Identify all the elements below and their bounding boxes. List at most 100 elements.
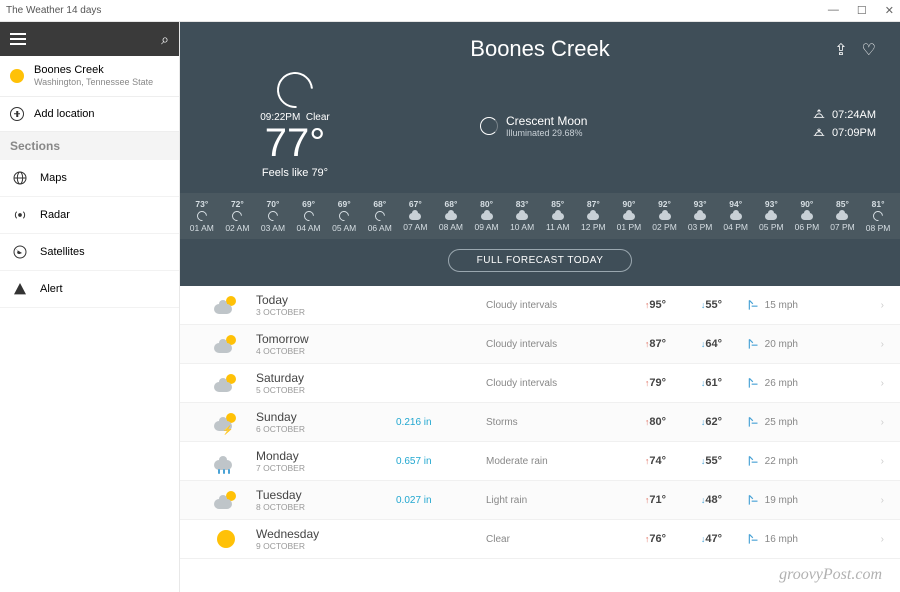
hourly-time: 02 AM xyxy=(220,223,256,233)
hourly-temp: 80° xyxy=(469,199,505,209)
forecast-wind: 26 mph xyxy=(722,376,798,390)
hourly-cell[interactable]: 90° 06 PM xyxy=(789,199,825,233)
forecast-low: ↓62° xyxy=(666,416,722,428)
hourly-cell[interactable]: 69°04 AM xyxy=(291,199,327,233)
moon-icon xyxy=(270,65,321,116)
wind-icon xyxy=(747,415,761,429)
forecast-desc: Cloudy intervals xyxy=(486,378,616,389)
forecast-row[interactable]: Monday7 OCTOBER0.657 inModerate rain↑74°… xyxy=(180,442,900,481)
hourly-cell[interactable]: 73°01 AM xyxy=(184,199,220,233)
forecast-high: ↑79° xyxy=(616,377,666,389)
menu-icon[interactable] xyxy=(10,33,26,45)
hourly-temp: 90° xyxy=(789,199,825,209)
hourly-cell[interactable]: 81° 08 PM xyxy=(860,199,896,233)
hourly-cell[interactable]: 90°01 PM xyxy=(611,199,647,233)
hourly-cell[interactable]: 80°09 AM xyxy=(469,199,505,233)
cloud-icon xyxy=(481,213,493,220)
sun-cloud-icon xyxy=(214,296,238,314)
forecast-day: Today xyxy=(256,293,396,307)
hourly-temp: 69° xyxy=(291,199,327,209)
forecast-high: ↑80° xyxy=(616,416,666,428)
close-button[interactable]: ✕ xyxy=(885,4,894,17)
cloud-icon xyxy=(730,213,742,220)
radar-icon xyxy=(12,207,28,223)
forecast-date: 4 OCTOBER xyxy=(256,346,396,356)
hourly-cell[interactable]: 68° 06 AM xyxy=(362,199,398,233)
cloud-icon xyxy=(659,213,671,220)
hourly-time: 06 AM xyxy=(362,223,398,233)
hourly-cell[interactable]: 72°02 AM xyxy=(220,199,256,233)
hourly-cell[interactable]: 70°03 AM xyxy=(255,199,291,233)
hourly-time: 06 PM xyxy=(789,222,825,232)
main-panel: Boones Creek ⇪ ♡ 09:22PM Clear 77° Feels… xyxy=(180,22,900,592)
forecast-low: ↓55° xyxy=(666,455,722,467)
hourly-cell[interactable]: 94°04 PM xyxy=(718,199,754,233)
hourly-cell[interactable]: 92°02 PM xyxy=(647,199,683,233)
hourly-temp: 83° xyxy=(504,199,540,209)
chevron-right-icon: › xyxy=(881,378,884,389)
hourly-time: 08 PM xyxy=(860,223,896,233)
hourly-temp: 70° xyxy=(255,199,291,209)
forecast-day: Sunday xyxy=(256,410,396,424)
cloud-icon xyxy=(836,213,848,220)
plus-icon xyxy=(10,107,24,121)
full-forecast-button[interactable]: FULL FORECAST TODAY xyxy=(448,249,633,272)
forecast-low: ↓61° xyxy=(666,377,722,389)
forecast-row[interactable]: Today3 OCTOBERCloudy intervals↑95°↓55°15… xyxy=(180,286,900,325)
forecast-day: Monday xyxy=(256,449,396,463)
hourly-cell[interactable]: 68°08 AM xyxy=(433,199,469,233)
hourly-strip[interactable]: 73°01 AM72°02 AM70°03 AM69°04 AM69°05 AM… xyxy=(180,193,900,239)
favorite-icon[interactable]: ♡ xyxy=(862,40,876,60)
maximize-button[interactable]: ☐ xyxy=(857,4,867,17)
share-icon[interactable]: ⇪ xyxy=(834,40,847,60)
moon-phase-icon xyxy=(480,117,498,135)
forecast-wind: 16 mph xyxy=(722,532,798,546)
hourly-time: 05 AM xyxy=(326,223,362,233)
feels-like: Feels like 79° xyxy=(262,167,328,179)
sidebar-item-maps[interactable]: Maps xyxy=(0,160,179,197)
sidebar: ⌕ Boones Creek Washington, Tennessee Sta… xyxy=(0,22,180,592)
cloud-icon xyxy=(801,213,813,220)
forecast-row[interactable]: Tuesday8 OCTOBER0.027 inLight rain↑71°↓4… xyxy=(180,481,900,520)
forecast-low: ↓55° xyxy=(666,299,722,311)
hourly-temp: 68° xyxy=(362,199,398,209)
forecast-desc: Clear xyxy=(486,534,616,545)
hourly-cell[interactable]: 83°10 AM xyxy=(504,199,540,233)
sidebar-location[interactable]: Boones Creek Washington, Tennessee State xyxy=(0,56,179,97)
wind-icon xyxy=(747,493,761,507)
hourly-cell[interactable]: 93°05 PM xyxy=(754,199,790,233)
sunset-icon xyxy=(812,126,826,140)
cloud-icon xyxy=(445,213,457,220)
add-location-button[interactable]: Add location xyxy=(0,97,179,132)
forecast-wind: 19 mph xyxy=(722,493,798,507)
hourly-temp: 87° xyxy=(576,199,612,209)
forecast-row[interactable]: Tomorrow4 OCTOBERCloudy intervals↑87°↓64… xyxy=(180,325,900,364)
forecast-high: ↑95° xyxy=(616,299,666,311)
sunrise-icon xyxy=(812,108,826,122)
forecast-row[interactable]: ⚡Sunday6 OCTOBER0.216 inStorms↑80°↓62°25… xyxy=(180,403,900,442)
forecast-desc: Light rain xyxy=(486,495,616,506)
sun-cloud-icon xyxy=(214,335,238,353)
forecast-row[interactable]: Saturday5 OCTOBERCloudy intervals↑79°↓61… xyxy=(180,364,900,403)
forecast-date: 5 OCTOBER xyxy=(256,385,396,395)
sidebar-item-alert[interactable]: Alert xyxy=(0,271,179,308)
hourly-temp: 73° xyxy=(184,199,220,209)
hourly-cell[interactable]: 93°03 PM xyxy=(682,199,718,233)
sidebar-item-satellites[interactable]: Satellites xyxy=(0,234,179,271)
hourly-cell[interactable]: 69°05 AM xyxy=(326,199,362,233)
forecast-row[interactable]: Wednesday9 OCTOBERClear↑76°↓47°16 mph› xyxy=(180,520,900,559)
sidebar-item-radar[interactable]: Radar xyxy=(0,197,179,234)
search-icon[interactable]: ⌕ xyxy=(161,31,169,48)
sun-icon xyxy=(217,530,235,548)
forecast-date: 9 OCTOBER xyxy=(256,541,396,551)
hourly-cell[interactable]: 85°07 PM xyxy=(825,199,861,233)
minimize-button[interactable]: — xyxy=(828,4,839,17)
moon-icon xyxy=(871,209,885,223)
forecast-date: 7 OCTOBER xyxy=(256,463,396,473)
sidebar-top-bar: ⌕ xyxy=(0,22,179,56)
sidebar-item-label: Satellites xyxy=(40,246,85,258)
hourly-cell[interactable]: 87°12 PM xyxy=(576,199,612,233)
hourly-temp: 81° xyxy=(860,199,896,209)
hourly-cell[interactable]: 85°11 AM xyxy=(540,199,576,233)
hourly-cell[interactable]: 67°07 AM xyxy=(398,199,434,233)
